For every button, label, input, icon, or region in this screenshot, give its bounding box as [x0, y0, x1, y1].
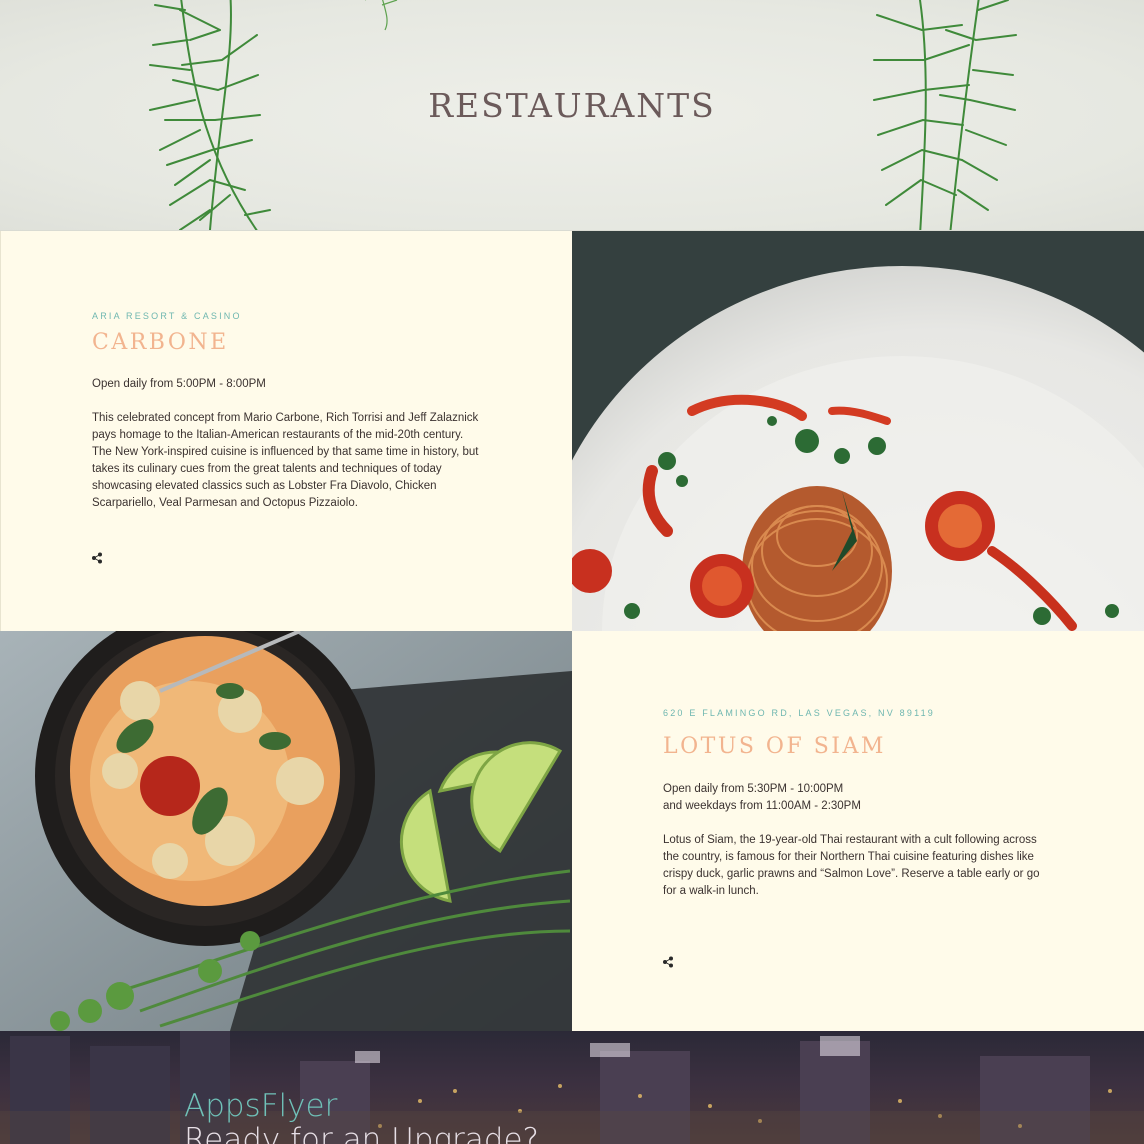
pasta-dish-photo	[572, 231, 1144, 631]
restaurant-name[interactable]: CARBONE	[92, 330, 229, 355]
share-icon[interactable]	[662, 956, 674, 968]
brand-name: AppsFlyer	[184, 1088, 338, 1124]
thai-curry-photo	[0, 631, 572, 1031]
page-title: RESTAURANTS	[428, 86, 716, 125]
restaurant-hours: Open daily from 5:00PM - 8:00PM	[92, 378, 266, 390]
upgrade-banner	[0, 1031, 1144, 1144]
hero-banner: RESTAURANTS	[0, 0, 1144, 231]
restaurant-name[interactable]: LOTUS OF SIAM	[663, 734, 886, 759]
restaurant-location: 620 E FLAMINGO RD, LAS VEGAS, NV 89119	[663, 708, 936, 718]
restaurant-location: ARIA RESORT & CASINO	[92, 311, 242, 321]
restaurant-description: Lotus of Siam, the 19-year-old Thai rest…	[663, 834, 1040, 897]
restaurant-hours-weekdays: and weekdays from 11:00AM - 2:30PM	[663, 800, 861, 812]
restaurant-hours: Open daily from 5:30PM - 10:00PM	[663, 783, 844, 795]
share-icon[interactable]	[91, 552, 103, 564]
restaurant-card-lotus-of-siam	[572, 631, 1144, 1031]
restaurant-description: This celebrated concept from Mario Carbo…	[92, 412, 479, 509]
upgrade-headline: Ready for an Upgrade?	[184, 1122, 539, 1144]
